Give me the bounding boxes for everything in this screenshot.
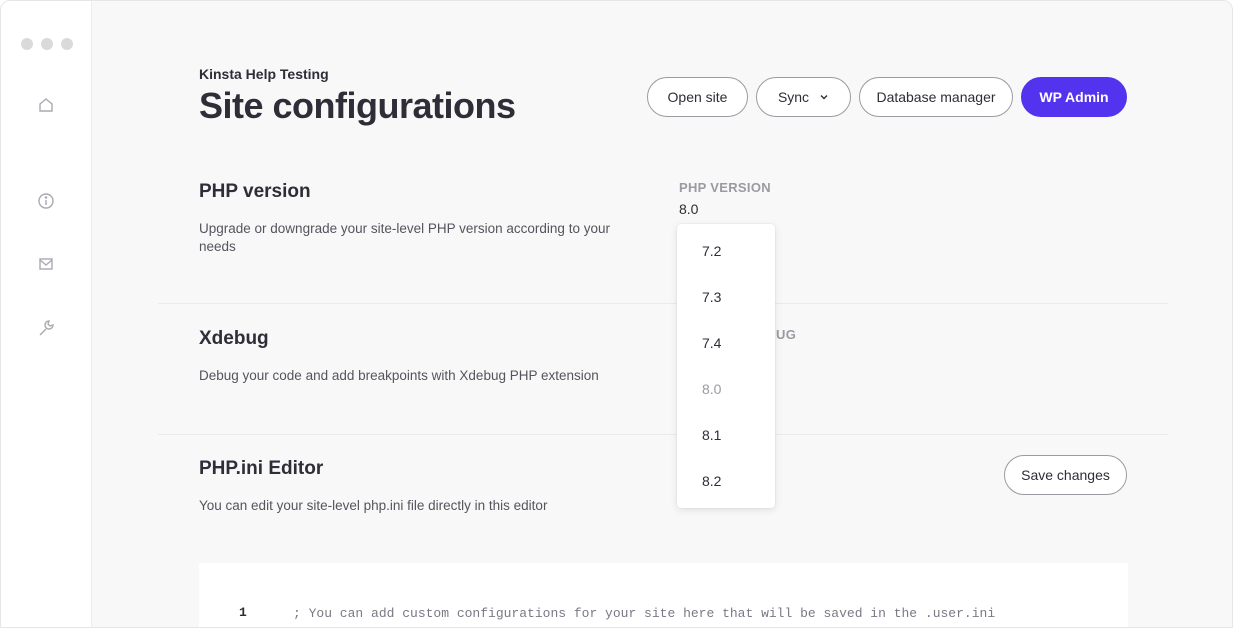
minimize-window-button[interactable] (41, 38, 53, 50)
php-option-7-4[interactable]: 7.4 (702, 335, 721, 351)
php-option-8-0[interactable]: 8.0 (702, 381, 721, 397)
wp-admin-label: WP Admin (1039, 89, 1109, 105)
php-version-select[interactable]: 8.0 (679, 201, 698, 217)
page-title: Site configurations (199, 85, 516, 126)
php-ini-title: PHP.ini Editor (199, 458, 324, 479)
php-version-dropdown: 7.2 7.3 7.4 8.0 8.1 8.2 (677, 224, 775, 508)
close-window-button[interactable] (21, 38, 33, 50)
sidebar (1, 1, 92, 627)
main-content: Kinsta Help Testing Site configurations … (93, 1, 1232, 627)
php-option-8-1[interactable]: 8.1 (702, 427, 721, 443)
database-manager-label: Database manager (876, 89, 996, 105)
home-icon[interactable] (37, 96, 55, 114)
xdebug-description: Debug your code and add breakpoints with… (199, 368, 599, 383)
wp-admin-button[interactable]: WP Admin (1021, 77, 1127, 117)
maximize-window-button[interactable] (61, 38, 73, 50)
line-number: 1 (239, 605, 247, 620)
xdebug-label: UG (776, 327, 797, 342)
xdebug-title: Xdebug (199, 328, 269, 349)
php-option-8-2[interactable]: 8.2 (702, 473, 721, 489)
section-divider (158, 303, 1168, 304)
php-ini-editor[interactable]: 1 ; You can add custom configurations fo… (199, 563, 1128, 627)
open-site-label: Open site (667, 89, 728, 105)
mail-icon[interactable] (37, 255, 55, 273)
window-controls (21, 38, 73, 50)
section-divider (158, 434, 1168, 435)
sync-label: Sync (777, 89, 810, 105)
php-version-title: PHP version (199, 181, 311, 202)
app-window: Kinsta Help Testing Site configurations … (0, 0, 1233, 628)
database-manager-button[interactable]: Database manager (859, 77, 1013, 117)
php-version-label: PHP VERSION (679, 180, 771, 195)
php-option-7-2[interactable]: 7.2 (702, 243, 721, 259)
code-line[interactable]: ; You can add custom configurations for … (293, 606, 995, 621)
info-icon[interactable] (37, 192, 55, 210)
save-changes-label: Save changes (1021, 467, 1110, 483)
php-ini-description: You can edit your site-level php.ini fil… (199, 498, 548, 513)
wrench-icon[interactable] (37, 319, 55, 337)
php-version-description: Upgrade or downgrade your site-level PHP… (199, 221, 610, 254)
chevron-down-icon (819, 92, 829, 102)
php-option-7-3[interactable]: 7.3 (702, 289, 721, 305)
site-name: Kinsta Help Testing (199, 66, 329, 82)
sync-button[interactable]: Sync (756, 77, 851, 117)
open-site-button[interactable]: Open site (647, 77, 748, 117)
save-changes-button[interactable]: Save changes (1004, 455, 1127, 495)
